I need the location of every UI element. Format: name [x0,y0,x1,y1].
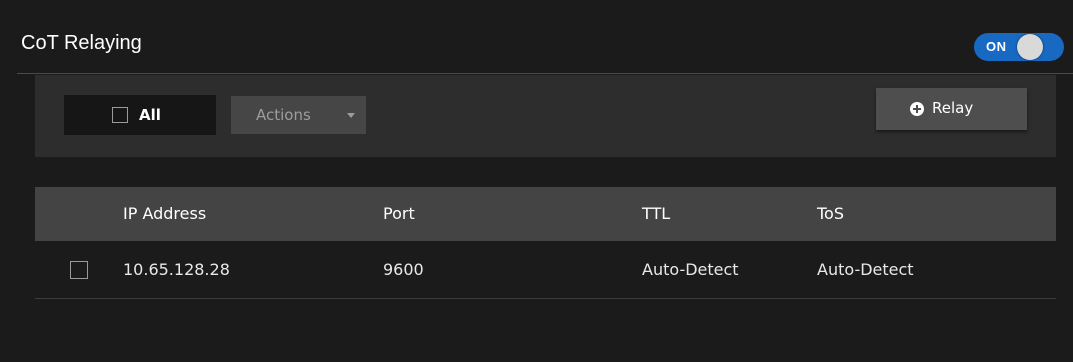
add-relay-label: Relay [932,99,974,117]
row-checkbox[interactable] [70,261,88,279]
select-all-label: All [139,106,161,124]
header-divider [17,73,1073,74]
table-header: IP Address Port TTL ToS [35,187,1056,241]
cell-ttl: Auto-Detect [642,260,739,279]
cell-tos: Auto-Detect [817,260,914,279]
table-row[interactable]: 10.65.128.28 9600 Auto-Detect Auto-Detec… [35,241,1056,299]
column-header-port: Port [383,204,415,223]
column-header-tos: ToS [817,204,844,223]
panel-title: CoT Relaying [21,32,142,54]
column-header-ttl: TTL [642,204,671,223]
actions-dropdown-button[interactable]: Actions [231,96,366,134]
relaying-toggle[interactable]: ON [974,33,1064,61]
cot-relaying-panel [17,0,1073,362]
caret-down-icon [347,113,355,118]
cell-port: 9600 [383,260,424,279]
cell-ip-address: 10.65.128.28 [123,260,230,279]
toolbar: All Actions Relay [35,75,1056,157]
plus-circle-icon [910,102,924,116]
select-all-checkbox[interactable] [112,107,128,123]
actions-label: Actions [256,106,311,124]
column-header-ip-address: IP Address [123,204,207,223]
toggle-label: ON [986,39,1007,54]
add-relay-button[interactable]: Relay [876,88,1027,130]
toggle-knob [1017,34,1043,60]
select-all-control[interactable]: All [64,95,216,135]
